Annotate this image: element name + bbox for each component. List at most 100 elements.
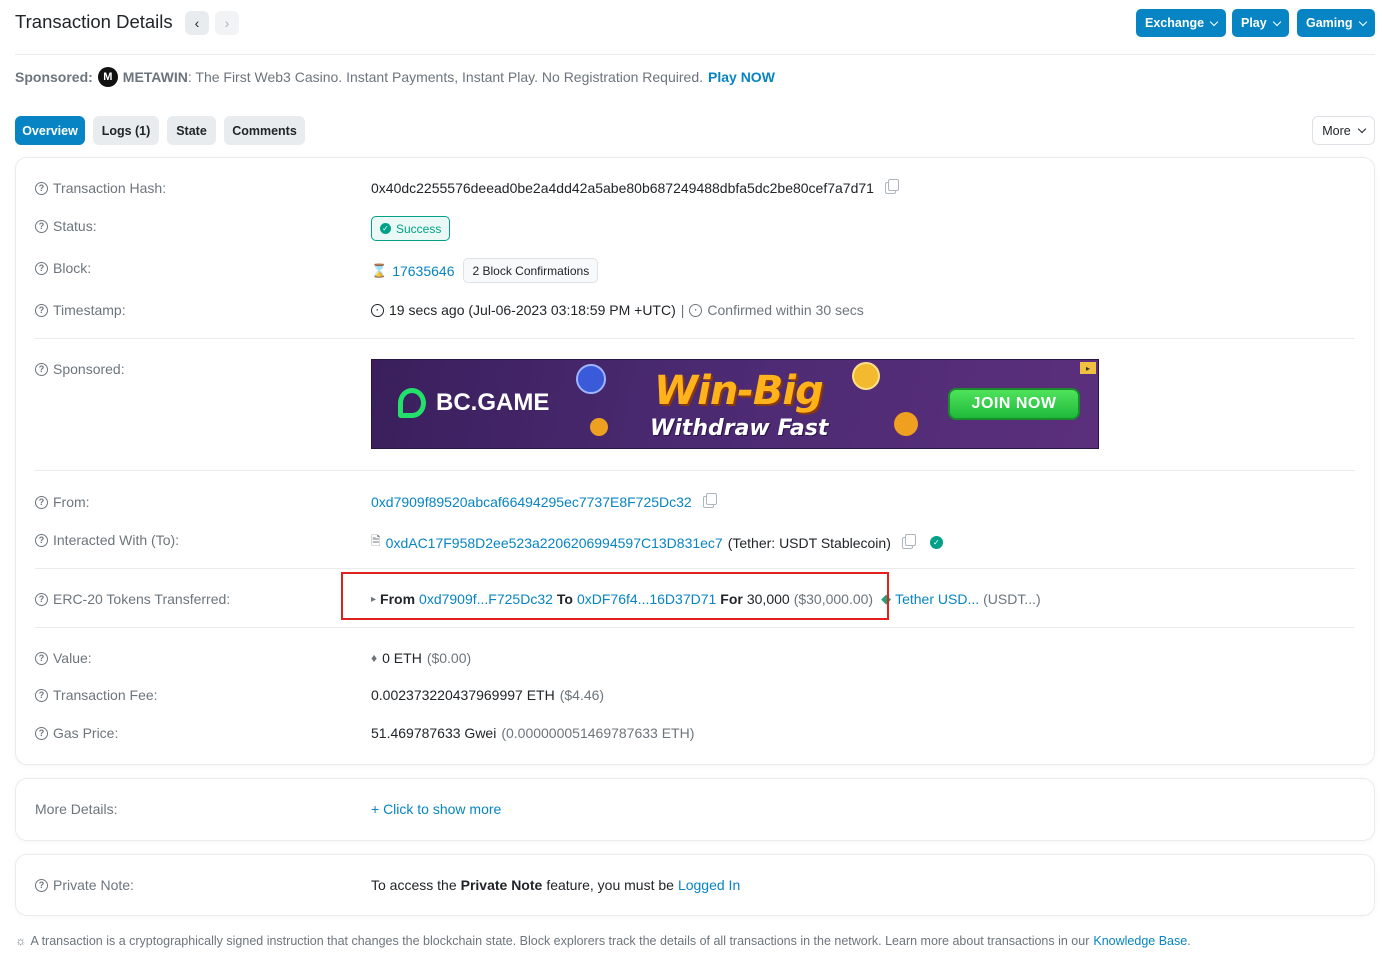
verified-check-icon: ✓	[929, 536, 943, 549]
value-usd: ($0.00)	[426, 650, 472, 666]
section-divider	[35, 627, 1355, 628]
tab-comments[interactable]: Comments	[224, 116, 305, 145]
banner-headline: Win-Big	[654, 368, 824, 414]
section-divider	[35, 568, 1355, 569]
hourglass-icon: ⌛	[371, 262, 388, 278]
token-name-link[interactable]: Tether USD...	[895, 591, 979, 607]
gas-price-label: ? Gas Price:	[35, 725, 118, 741]
sponsor-brand: METAWIN	[122, 69, 188, 85]
bc-game-logo: BC.GAME	[398, 388, 549, 418]
gas-eth: (0.000000051469787633 ETH)	[501, 725, 695, 741]
help-icon[interactable]: ?	[35, 592, 48, 606]
gas-price-value: 51.469787633 Gwei (0.000000051469787633 …	[371, 725, 694, 741]
help-icon[interactable]: ?	[35, 651, 48, 665]
previous-transaction-button[interactable]: ‹	[185, 11, 209, 35]
help-icon[interactable]: ?	[35, 219, 48, 233]
confirmed-within-text: Confirmed within 30 secs	[707, 302, 864, 318]
block-confirmations-badge: 2 Block Confirmations	[463, 258, 599, 283]
tx-hash-value: 0x40dc2255576deead0be2a4dd42a5abe80b6872…	[371, 179, 899, 196]
value-value: ♦ 0 ETH ($0.00)	[371, 650, 471, 666]
chevron-down-icon	[1272, 17, 1281, 26]
sponsored-label: Sponsored:	[15, 69, 93, 85]
interacted-with-value: 🗎 0xdAC17F958D2ee523a2206206994597C13D83…	[371, 532, 943, 553]
exchange-button-label: Exchange	[1145, 16, 1205, 30]
help-icon[interactable]: ?	[35, 726, 48, 740]
page-title: Transaction Details	[15, 11, 173, 32]
show-more-link[interactable]: + Click to show more	[371, 801, 501, 817]
private-note-label: ? Private Note:	[35, 877, 134, 893]
sponsored-banner-text: Sponsored: M METAWIN: The First Web3 Cas…	[15, 67, 775, 87]
copy-icon[interactable]	[702, 493, 717, 508]
metawin-logo-icon: M	[97, 67, 118, 87]
contract-address-link[interactable]: 0xdAC17F958D2ee523a2206206994597C13D831e…	[386, 535, 723, 551]
contract-name: (Tether: USDT Stablecoin)	[727, 534, 891, 551]
exchange-button[interactable]: Exchange	[1136, 9, 1227, 37]
block-value: ⌛ 17635646 2 Block Confirmations	[371, 258, 599, 283]
knowledge-base-link[interactable]: Knowledge Base	[1093, 934, 1187, 948]
bc-game-logo-icon	[398, 388, 426, 418]
tab-logs[interactable]: Logs (1)	[93, 116, 159, 145]
chevron-down-icon	[1357, 124, 1366, 134]
chevron-left-icon: ‹	[194, 15, 200, 31]
private-note-middle: feature, you must be	[546, 877, 674, 893]
sponsored-row-label: ? Sponsored:	[35, 361, 125, 377]
section-divider	[35, 470, 1355, 471]
copy-icon[interactable]	[884, 179, 899, 194]
bc-game-ad-banner[interactable]: BC.GAME Win-Big Withdraw Fast JOIN NOW ▸	[371, 359, 1099, 449]
tab-state[interactable]: State	[167, 116, 216, 145]
ethereum-coin-icon	[576, 364, 606, 394]
header-divider	[15, 54, 1375, 55]
gas-gwei: 51.469787633 Gwei	[371, 725, 497, 741]
check-circle-icon: ✓	[380, 223, 391, 234]
timestamp-text: 19 secs ago (Jul-06-2023 03:18:59 PM +UT…	[389, 302, 676, 318]
token-symbol: (USDT...)	[983, 591, 1041, 607]
help-icon[interactable]: ?	[35, 878, 48, 892]
help-icon[interactable]: ?	[35, 362, 48, 376]
lightbulb-icon: ☼	[15, 934, 27, 948]
timestamp-label: ? Timestamp:	[35, 302, 126, 318]
section-divider	[35, 338, 1355, 339]
stopwatch-icon: ·	[689, 303, 703, 317]
join-now-button[interactable]: JOIN NOW	[948, 388, 1080, 420]
next-transaction-button[interactable]: ›	[215, 11, 239, 35]
gold-coin-icon	[590, 418, 608, 436]
timestamp-value: · 19 secs ago (Jul-06-2023 03:18:59 PM +…	[371, 302, 864, 318]
copy-icon[interactable]	[901, 533, 916, 549]
help-icon[interactable]: ?	[35, 261, 48, 275]
bnb-coin-icon	[852, 362, 880, 390]
sponsor-play-now-link[interactable]: Play NOW	[708, 69, 775, 85]
status-value: ✓ Success	[371, 216, 451, 241]
transaction-overview-card	[15, 157, 1375, 765]
help-icon[interactable]: ?	[35, 495, 48, 509]
private-note-message: To access the Private Note feature, you …	[371, 877, 740, 893]
contract-file-icon: 🗎	[371, 534, 381, 548]
block-number-link[interactable]: 17635646	[392, 263, 454, 279]
chevron-down-icon	[1358, 17, 1367, 26]
help-icon[interactable]: ?	[35, 688, 48, 702]
gold-coin-icon	[894, 412, 918, 436]
tx-hash-label: ? Transaction Hash:	[35, 180, 166, 196]
gaming-button-label: Gaming	[1306, 16, 1353, 30]
help-icon[interactable]: ?	[35, 533, 48, 547]
footer-text: A transaction is a cryptographically sig…	[30, 934, 1090, 948]
value-label: ? Value:	[35, 650, 92, 666]
from-address-link[interactable]: 0xd7909f89520abcaf66494295ec7737E8F725Dc…	[371, 494, 692, 510]
help-icon[interactable]: ?	[35, 303, 48, 317]
footer-note: ☼ A transaction is a cryptographically s…	[15, 934, 1191, 948]
timestamp-separator: |	[680, 302, 685, 318]
banner-subline: Withdraw Fast	[650, 416, 829, 441]
ad-choices-icon[interactable]: ▸	[1080, 362, 1096, 374]
logged-in-link[interactable]: Logged In	[678, 877, 740, 893]
footer-end: .	[1187, 934, 1191, 948]
play-button[interactable]: Play	[1232, 9, 1289, 37]
from-value: 0xd7909f89520abcaf66494295ec7737E8F725Dc…	[371, 493, 717, 510]
value-eth: 0 ETH	[382, 650, 422, 666]
gaming-button[interactable]: Gaming	[1297, 9, 1375, 37]
help-icon[interactable]: ?	[35, 181, 48, 195]
tab-overview[interactable]: Overview	[15, 116, 85, 145]
clock-icon: ·	[371, 303, 384, 317]
more-dropdown-button[interactable]: More	[1312, 116, 1375, 145]
private-note-prefix: To access the	[371, 877, 457, 893]
fee-eth: 0.002373220437969997 ETH	[371, 687, 555, 703]
more-details-card	[15, 778, 1375, 841]
